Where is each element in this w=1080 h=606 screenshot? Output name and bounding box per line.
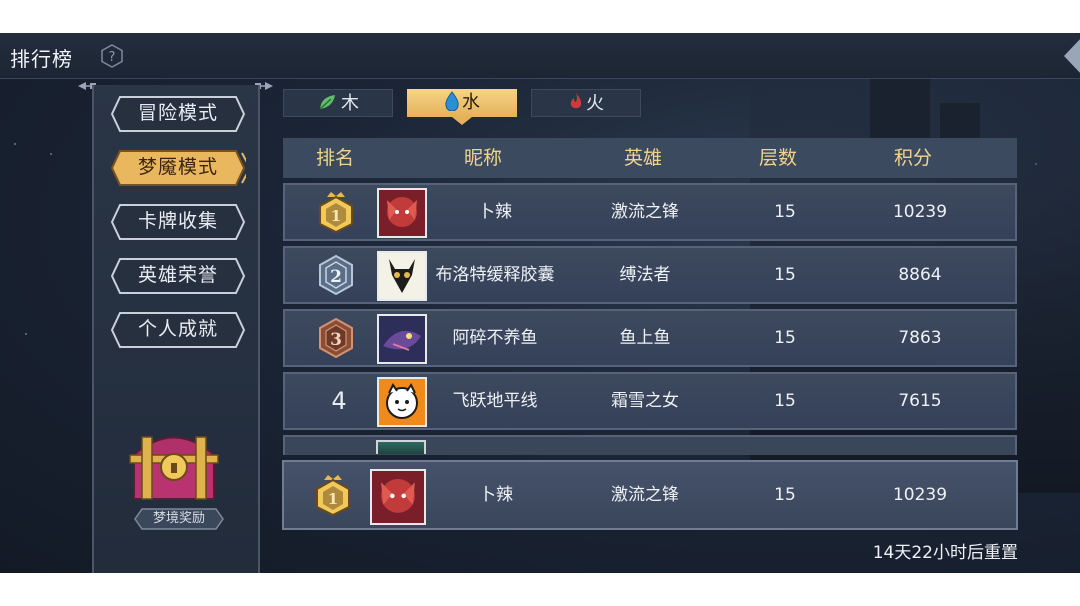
bronze-rank-badge-icon: 3 xyxy=(319,317,353,359)
menu-hero-honor[interactable]: 英雄荣誉 xyxy=(110,257,246,295)
svg-text:?: ? xyxy=(109,50,116,65)
row-score: 10239 xyxy=(892,202,948,222)
row-hero: 激流之锋 xyxy=(611,202,679,222)
tab-water-label: 水 xyxy=(462,92,480,113)
tab-wood[interactable]: 木 xyxy=(283,89,393,117)
menu-label: 英雄荣誉 xyxy=(137,264,218,286)
leaf-icon xyxy=(319,95,335,110)
menu-label: 卡牌收集 xyxy=(137,210,218,232)
header-floors: 层数 xyxy=(758,147,797,169)
row-score: 7615 xyxy=(898,391,942,411)
row-rank: 4 xyxy=(331,387,347,415)
menu-label: 个人成就 xyxy=(137,318,218,340)
header-nickname: 昵称 xyxy=(463,147,502,169)
menu-nightmare-mode[interactable]: 梦魇模式 xyxy=(110,149,246,187)
star xyxy=(14,143,16,145)
menu-achievements[interactable]: 个人成就 xyxy=(110,311,246,349)
row-floors: 15 xyxy=(774,265,796,285)
hero-avatar-fish xyxy=(377,314,427,364)
treasure-chest-icon[interactable] xyxy=(124,415,224,505)
menu-adventure-mode[interactable]: 冒险模式 xyxy=(110,95,246,133)
svg-text:1: 1 xyxy=(328,490,338,508)
dream-reward-button[interactable]: 梦境奖励 xyxy=(134,507,224,531)
row-floors: 15 xyxy=(774,328,796,348)
flame-icon xyxy=(570,93,582,109)
hero-avatar-red xyxy=(377,188,427,238)
game-screen: 排行榜 ? 冒险模式 梦魇模式 卡牌收集 英雄荣誉 个人成就 梦境奖励 木 水 … xyxy=(0,33,1080,573)
tab-water[interactable]: 水 xyxy=(407,89,517,117)
tab-selected-pointer-icon xyxy=(452,117,472,125)
row-nickname: 飞跃地平线 xyxy=(452,391,538,411)
help-icon[interactable]: ? xyxy=(100,44,124,68)
header-hero: 英雄 xyxy=(623,147,662,169)
tab-fire-label: 火 xyxy=(586,93,604,114)
my-floors: 15 xyxy=(774,485,796,505)
star xyxy=(25,333,27,335)
row-score: 7863 xyxy=(898,328,942,348)
row-hero: 鱼上鱼 xyxy=(619,328,671,348)
star xyxy=(50,153,52,155)
menu-label: 冒险模式 xyxy=(137,102,218,124)
hero-avatar-partial xyxy=(376,440,426,454)
row-score: 8864 xyxy=(898,265,942,285)
leaderboard-header: 排名 昵称 英雄 层数 积分 xyxy=(283,138,1017,178)
my-rank-row: 1 卜辣 激流之锋 15 10239 xyxy=(282,460,1018,530)
svg-text:3: 3 xyxy=(330,330,342,350)
leaderboard-row[interactable]: 2 布洛特缓释胶囊 缚法者 15 8864 xyxy=(283,246,1017,304)
my-score: 10239 xyxy=(892,485,948,505)
my-hero: 激流之锋 xyxy=(611,485,679,505)
menu-card-collection[interactable]: 卡牌收集 xyxy=(110,203,246,241)
leaderboard-row[interactable]: 3 阿碎不养鱼 鱼上鱼 15 7863 xyxy=(283,309,1017,367)
leaderboard-row[interactable]: 1 卜辣 激流之锋 15 10239 xyxy=(283,183,1017,241)
header-score: 积分 xyxy=(893,147,932,169)
header-rank: 排名 xyxy=(315,147,354,169)
row-floors: 15 xyxy=(774,391,796,411)
tab-fire[interactable]: 火 xyxy=(531,89,641,117)
top-bar: 排行榜 ? xyxy=(0,33,1080,79)
tab-wood-label: 木 xyxy=(341,93,359,114)
row-nickname: 布洛特缓释胶囊 xyxy=(435,265,555,285)
svg-text:2: 2 xyxy=(330,267,342,287)
svg-text:1: 1 xyxy=(331,207,341,225)
row-floors: 15 xyxy=(774,202,796,222)
leaderboard-row[interactable]: 4 飞跃地平线 霜雪之女 15 7615 xyxy=(283,372,1017,430)
back-arrow-icon[interactable] xyxy=(1060,37,1080,75)
my-nickname: 卜辣 xyxy=(479,485,513,505)
menu-label: 梦魇模式 xyxy=(137,156,218,178)
gold-rank-badge-icon: 1 xyxy=(319,192,353,233)
silver-rank-badge-icon: 2 xyxy=(319,254,353,296)
water-drop-icon xyxy=(445,91,459,112)
hero-avatar-mask xyxy=(377,251,427,301)
row-hero: 霜雪之女 xyxy=(611,391,679,411)
row-nickname: 卜辣 xyxy=(478,202,512,222)
mode-sidebar: 冒险模式梦魇模式卡牌收集英雄荣誉个人成就 梦境奖励 xyxy=(92,85,260,573)
gold-rank-badge-icon: 1 xyxy=(316,475,350,516)
my-hero-avatar xyxy=(370,469,426,525)
hero-avatar-cat xyxy=(377,377,427,427)
reward-label-text: 梦境奖励 xyxy=(152,511,205,526)
reset-countdown: 14天22小时后重置 xyxy=(872,543,1018,563)
page-title: 排行榜 xyxy=(10,47,73,71)
row-hero: 缚法者 xyxy=(619,265,671,285)
row-nickname: 阿碎不养鱼 xyxy=(452,328,538,348)
